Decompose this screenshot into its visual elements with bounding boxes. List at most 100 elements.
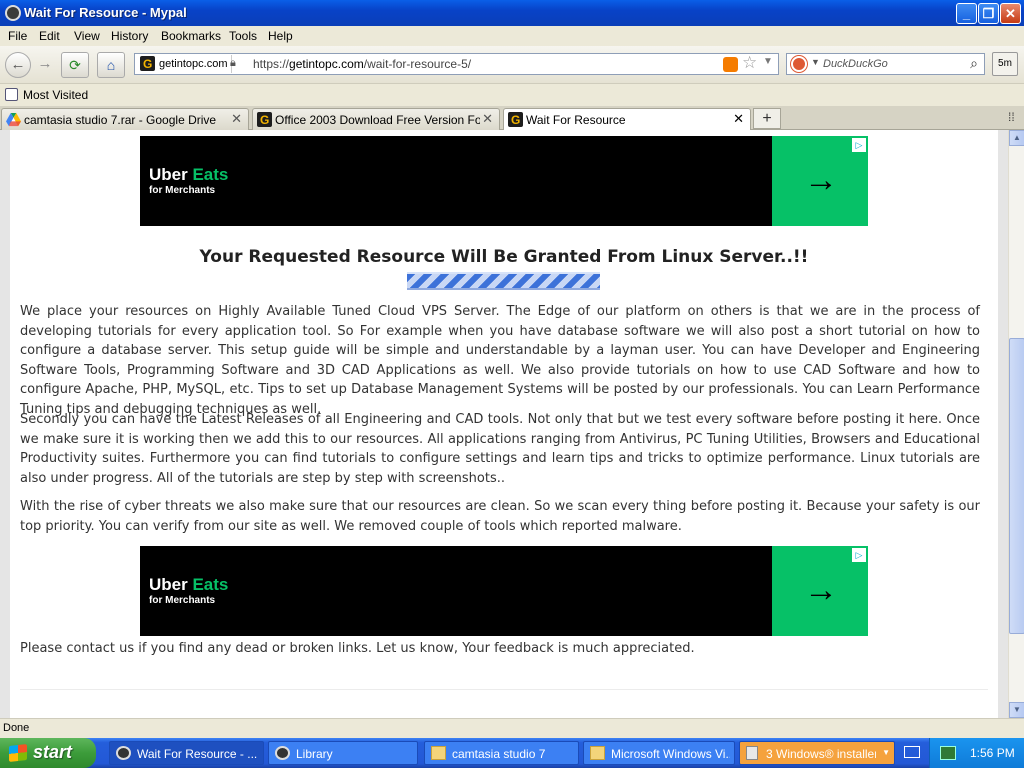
- adchoices-icon[interactable]: ▷: [852, 138, 866, 152]
- screen: Wait For Resource - Mypal _ ❐ ✕ File Edi…: [0, 0, 1024, 768]
- getintopc-favicon-icon: G: [508, 112, 523, 127]
- url-text[interactable]: https://getintopc.com/wait-for-resource-…: [253, 57, 471, 71]
- taskbar-group-windows-installer[interactable]: 3 Windows® installer ▼: [739, 741, 895, 765]
- taskbar-item-label: Microsoft Windows Vi...: [611, 747, 730, 761]
- svg-text:G: G: [143, 57, 152, 71]
- svg-text:G: G: [260, 113, 269, 127]
- ad-brand-eats: Eats: [192, 165, 229, 184]
- status-text: Done: [3, 722, 30, 734]
- start-label: start: [33, 742, 73, 762]
- maximize-button[interactable]: ❐: [978, 3, 999, 24]
- page-headline: Your Requested Resource Will Be Granted …: [199, 247, 809, 267]
- start-button[interactable]: start: [0, 738, 96, 768]
- installer-icon: [746, 746, 758, 760]
- page-content: Uber Eats for Merchants → ▷ Your Request…: [0, 130, 1008, 718]
- close-window-button[interactable]: ✕: [1000, 3, 1021, 24]
- search-input[interactable]: DuckDuckGo: [823, 58, 888, 70]
- menu-file[interactable]: File: [8, 29, 27, 43]
- url-history-dropdown-icon[interactable]: ▼: [763, 56, 773, 67]
- uber-eats-ad-top[interactable]: Uber Eats for Merchants → ▷: [140, 136, 868, 226]
- search-bar[interactable]: ▼ DuckDuckGo ⌕: [786, 53, 985, 75]
- status-bar: Done: [0, 718, 1024, 738]
- tab-close-icon[interactable]: ✕: [231, 111, 242, 127]
- extension-button[interactable]: 5m: [992, 52, 1018, 76]
- tab-google-drive[interactable]: camtasia studio 7.rar - Google Drive ✕: [1, 108, 249, 130]
- ad-brand: Uber Eats: [149, 575, 228, 595]
- tab-list-icon[interactable]: ⁞⁞: [1008, 110, 1015, 124]
- ad-brand-uber: Uber: [149, 165, 188, 184]
- network-tray-icon[interactable]: [940, 746, 956, 760]
- vertical-scrollbar[interactable]: ▲ ▼: [1008, 130, 1024, 718]
- menu-bookmarks[interactable]: Bookmarks: [161, 29, 221, 43]
- ad-brand-eats: Eats: [192, 575, 229, 594]
- ad-subtitle: for Merchants: [149, 595, 216, 606]
- tab-label: camtasia studio 7.rar - Google Drive: [24, 113, 217, 127]
- tab-strip: camtasia studio 7.rar - Google Drive ✕ G…: [0, 106, 1024, 130]
- scrollbar-thumb[interactable]: [1009, 338, 1024, 634]
- uber-eats-ad-bottom[interactable]: Uber Eats for Merchants → ▷: [140, 546, 868, 636]
- tab-wait-for-resource[interactable]: G Wait For Resource ✕: [503, 108, 751, 130]
- menu-view[interactable]: View: [74, 29, 100, 43]
- tab-close-icon[interactable]: ✕: [482, 111, 493, 127]
- page-border-left: [0, 130, 10, 718]
- new-tab-button[interactable]: +: [753, 108, 781, 129]
- getintopc-favicon-icon: G: [140, 56, 155, 71]
- folder-icon: [431, 746, 446, 760]
- arrow-right-icon[interactable]: →: [804, 573, 838, 607]
- lock-icon: 🔒︎: [230, 57, 236, 69]
- bookmark-star-icon[interactable]: ☆: [742, 53, 757, 73]
- taskbar-item-camtasia-folder[interactable]: camtasia studio 7: [424, 741, 579, 765]
- url-scheme: https://: [253, 57, 290, 71]
- arrow-right-icon[interactable]: →: [804, 163, 838, 197]
- tab-label: Wait For Resource: [526, 113, 626, 127]
- scroll-down-icon[interactable]: ▼: [1009, 702, 1024, 718]
- taskbar-item-wait-for-resource[interactable]: Wait For Resource - ...: [109, 741, 264, 765]
- paragraph-3: With the rise of cyber threats we also m…: [20, 499, 980, 534]
- svg-text:G: G: [511, 113, 520, 127]
- paragraph-2: Secondly you can have the Latest Release…: [20, 412, 980, 486]
- adchoices-icon[interactable]: ▷: [852, 548, 866, 562]
- back-button[interactable]: ←: [5, 52, 31, 78]
- search-icon[interactable]: ⌕: [970, 55, 978, 72]
- duckduckgo-icon[interactable]: [791, 56, 807, 72]
- tab-close-icon[interactable]: ✕: [733, 111, 744, 127]
- bookmark-most-visited[interactable]: Most Visited: [23, 88, 88, 102]
- google-drive-icon: [6, 112, 21, 127]
- taskbar-item-label: Library: [296, 747, 333, 761]
- mypal-icon: [116, 746, 131, 760]
- mypal-app-icon[interactable]: [5, 5, 21, 21]
- minimize-button[interactable]: _: [956, 3, 977, 24]
- clock[interactable]: 1:56 PM: [970, 746, 1015, 760]
- taskbar-item-windows-folder[interactable]: Microsoft Windows Vi...: [583, 741, 735, 765]
- getintopc-favicon-icon: G: [257, 112, 272, 127]
- url-path: /wait-for-resource-5/: [363, 57, 472, 71]
- menu-tools[interactable]: Tools: [229, 29, 257, 43]
- tab-office-2003[interactable]: G Office 2003 Download Free Version For …: [252, 108, 500, 130]
- forward-button[interactable]: →: [32, 52, 58, 78]
- divider: [20, 689, 988, 690]
- menu-bar: File Edit View History Bookmarks Tools H…: [0, 26, 1024, 46]
- site-identity-button[interactable]: G getintopc.com: [137, 55, 233, 73]
- reload-button[interactable]: ⟳: [61, 52, 89, 78]
- ad-brand: Uber Eats: [149, 165, 228, 185]
- windows-taskbar: start Wait For Resource - ... Library ca…: [0, 738, 1024, 768]
- taskbar-item-label: camtasia studio 7: [452, 747, 546, 761]
- menu-history[interactable]: History: [111, 29, 148, 43]
- menu-edit[interactable]: Edit: [39, 29, 60, 43]
- group-dropdown-icon[interactable]: ▼: [882, 748, 890, 757]
- home-button[interactable]: ⌂: [97, 52, 125, 78]
- taskbar-item-library[interactable]: Library: [268, 741, 418, 765]
- most-visited-folder-icon: [5, 88, 18, 101]
- title-bar[interactable]: Wait For Resource - Mypal _ ❐ ✕: [0, 0, 1024, 26]
- taskbar-item-label: Wait For Resource - ...: [137, 747, 258, 761]
- ad-subtitle: for Merchants: [149, 185, 216, 196]
- rss-feed-icon[interactable]: [723, 57, 738, 72]
- keyboard-layout-icon[interactable]: [904, 746, 920, 758]
- tab-label: Office 2003 Download Free Version For ..…: [275, 113, 480, 127]
- scroll-up-icon[interactable]: ▲: [1009, 130, 1024, 146]
- url-bar[interactable]: G getintopc.com 🔒︎ https://getintopc.com…: [134, 53, 779, 75]
- menu-help[interactable]: Help: [268, 29, 293, 43]
- contact-note: Please contact us if you find any dead o…: [20, 641, 695, 656]
- mypal-icon: [275, 746, 290, 760]
- search-engine-dropdown-icon[interactable]: ▼: [811, 57, 820, 67]
